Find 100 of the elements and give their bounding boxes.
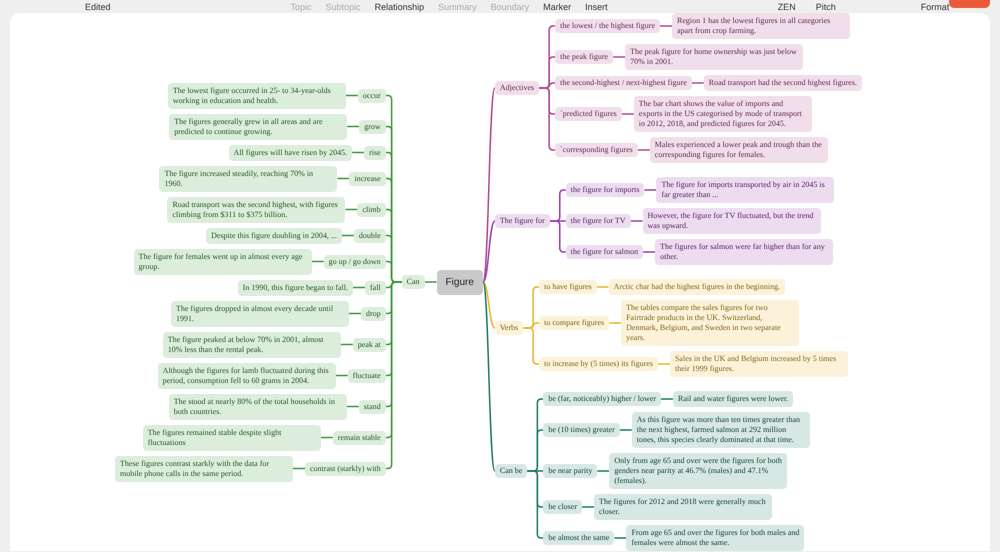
connector-line <box>622 113 634 115</box>
main-topic: Adjectives <box>494 81 540 95</box>
connector-line <box>658 363 670 365</box>
connector-line <box>660 25 672 27</box>
connector-line <box>342 234 354 236</box>
subtopic: be (far, noticeably) higher / lower <box>543 392 661 406</box>
subtopic: remain stable <box>332 430 386 444</box>
connector-line <box>346 406 359 408</box>
subtopic: occur <box>358 88 386 102</box>
connector-line <box>346 94 358 96</box>
example-note: Despite this figure doubling in 2004, ... <box>206 228 342 244</box>
example-note: The figure peaked at below 70% in 2001, almost 10% less than the rental peak. <box>162 332 341 358</box>
subtopic: the figure for TV <box>566 214 631 228</box>
subtopic: the second-highest / next-highest figure <box>555 76 692 90</box>
example-note: The figure for females went up in almost every age group. <box>134 248 312 274</box>
format-button[interactable]: Format <box>920 0 950 12</box>
example-note: The stood at nearly 80% of the total households in both countries. <box>168 394 347 420</box>
connector-line <box>348 312 361 314</box>
connector-line <box>352 152 364 154</box>
subtopic: go up / go down <box>324 254 386 268</box>
example-note: The figure for imports transported by air in 2045 is far greater than ... <box>656 177 834 203</box>
example-note: The peak figure for home ownership was just below 70% in 2001. <box>625 44 804 70</box>
subtopic: be closer <box>543 500 582 514</box>
example-note: Road transport was the second highest, with figures climbing from $311 to $375 billion. <box>167 196 346 222</box>
connector-line <box>609 322 622 324</box>
example-note: These figures contrast starkly with the data for mobile phone calls in the same period. <box>115 456 293 482</box>
subtopic: double <box>354 228 386 242</box>
subtopic: peak at <box>352 338 386 352</box>
example-note: Arctic char had the highest figures in the beginning. <box>608 279 786 295</box>
mode-button[interactable]: ZEN <box>778 0 796 12</box>
example-note: As this figure was more than ten times greater than the next highest, farmed salmon at 292 million tones, this species clearly dominated at that time. <box>632 412 810 448</box>
main-topic: The figure for <box>494 214 550 228</box>
connector-line <box>614 537 626 539</box>
main-topic: Can be <box>494 464 528 478</box>
example-note: All figures will have risen by 2045. <box>228 144 352 160</box>
connector-line <box>630 220 643 222</box>
subtopic: the peak figure <box>555 50 614 64</box>
example-note: Rail and water figures were lower. <box>672 391 794 407</box>
connector-line <box>320 436 333 438</box>
connector-line <box>293 468 305 470</box>
connector-line <box>660 398 673 400</box>
subtopic: fall <box>364 280 386 294</box>
example-note: Although the figures for lamb fluctuated during this period, consumption fell to 60 grams in 2004. <box>158 362 336 388</box>
example-note: The figures dropped in almost every decade until 1991. <box>170 300 349 326</box>
example-note: Road transport had the second highest figures. <box>704 75 862 91</box>
example-note: Sales in the UK and Belgium increased by 5 times their 1999 figures. <box>670 351 848 377</box>
central-topic: Figure <box>436 270 483 294</box>
example-note: Region 1 has the lowest figures in all categories apart from crop farming. <box>672 13 850 39</box>
example-note: The figures generally grew in all areas and are predicted to continue growing. <box>169 114 348 140</box>
example-note: The bar chart shows the value of imports and exports in the US categorised by mode of transport in 2012, 2018, and predicted figures for 2045. <box>634 96 812 132</box>
example-note: Only from age 65 and over were the figures for both genders near parity at 46.7% (males) and 47.1% (females). <box>609 453 788 489</box>
connector-line <box>643 251 656 253</box>
subtopic: be (10 times) greater <box>543 423 620 437</box>
subtopic: fluctuate <box>348 368 386 382</box>
connector-line <box>340 344 353 346</box>
toolbar-item[interactable]: Insert <box>585 0 608 12</box>
mode-button[interactable]: Pitch <box>816 0 836 12</box>
example-note: The figures for salmon were far higher than for any other. <box>655 239 834 265</box>
subtopic: the lowest / the highest figure <box>555 19 660 33</box>
subtopic: to have figures <box>539 280 597 294</box>
connector-line <box>638 149 650 151</box>
example-note: The lowest figure occurred in 25- to 34-year-olds working in education and health. <box>168 82 346 108</box>
connector-line <box>424 281 437 283</box>
connector-line <box>345 208 358 210</box>
subtopic: be almost the same <box>543 531 614 545</box>
subtopic: climb <box>357 202 386 216</box>
subtopic: the figure for salmon <box>566 245 644 259</box>
connector-line <box>596 286 609 288</box>
toolbar-item[interactable]: Marker <box>543 0 572 12</box>
main-topic: Verbs <box>494 321 524 335</box>
example-note: The tables compare the sales figures for two Fairtrade products in the UK. Switzerland, Denmark, Belgium, and Sweden in two separate years. <box>621 300 800 346</box>
example-note: The figures remained stable despite slight fluctuations <box>142 424 321 450</box>
connector-line <box>347 126 360 128</box>
connector-line <box>352 286 365 288</box>
subtopic: contrast (starkly) with <box>305 462 386 476</box>
subtopic: rise <box>364 146 386 160</box>
document-status: Edited <box>85 0 111 12</box>
action-button[interactable] <box>949 0 990 8</box>
subtopic: stand <box>358 400 386 414</box>
subtopic: drop <box>360 306 386 320</box>
subtopic: to increase by (5 times) its figures <box>539 357 658 371</box>
subtopic: be near parity <box>543 464 598 478</box>
connector-line <box>337 178 350 180</box>
example-note: From age 65 and over the figures for both males and females were almost the same. <box>626 525 804 551</box>
toolbar-item[interactable]: Relationship <box>374 0 424 12</box>
subtopic: to compare figures <box>539 316 610 330</box>
example-note: Males experienced a lower peak and trough than the corresponding figures for females. <box>650 137 828 163</box>
example-note: However, the figure for TV fluctuated, but the trend was upward. <box>642 208 821 234</box>
connector-line <box>613 56 626 58</box>
subtopic: increase <box>349 172 386 186</box>
main-topic: Can <box>402 275 425 289</box>
example-note: The figures for 2012 and 2018 were generally much closer. <box>594 494 772 520</box>
example-note: In 1990, this figure began to fall. <box>238 280 353 296</box>
example-note: The figure increased steadily, reaching 70% in 1960. <box>159 166 338 192</box>
subtopic: `predicted figures <box>555 107 622 121</box>
connector-line <box>312 260 324 262</box>
subtopic: the figure for imports <box>566 183 644 197</box>
subtopic: grow <box>359 120 386 134</box>
connector-line <box>582 506 594 508</box>
connector-line <box>644 189 656 191</box>
